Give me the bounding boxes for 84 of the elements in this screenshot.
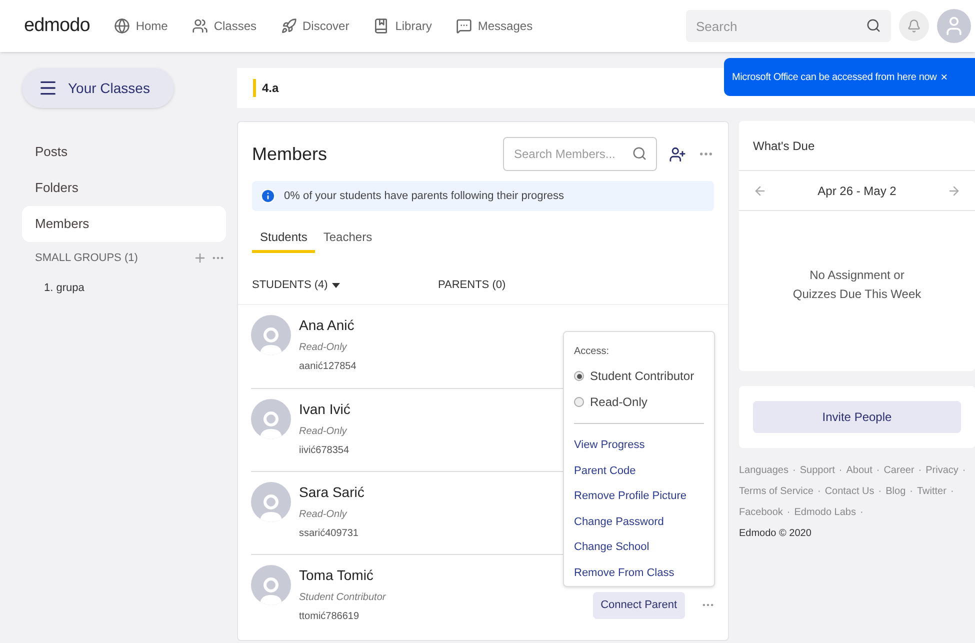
rocket-icon bbox=[280, 18, 297, 34]
chat-bubble-icon bbox=[456, 18, 472, 34]
add-icon[interactable] bbox=[193, 251, 207, 265]
column-header: PARENTS (0) bbox=[438, 278, 506, 293]
copyright: Edmodo © 2020 bbox=[739, 527, 812, 541]
separator: · bbox=[792, 464, 796, 478]
empty-message: Quizzes Due This Week bbox=[792, 286, 922, 303]
nav-link[interactable]: Home bbox=[114, 17, 168, 35]
separator: · bbox=[878, 485, 882, 499]
radio-option[interactable]: Read-Only bbox=[574, 393, 704, 411]
radio-button[interactable] bbox=[574, 397, 584, 407]
search-field[interactable]: Search bbox=[686, 10, 891, 42]
logo[interactable]: edmodo bbox=[24, 12, 90, 40]
member-username: iivić678354 bbox=[299, 444, 350, 458]
tab[interactable]: Students bbox=[252, 223, 316, 253]
info-text: 0% of your students have parents following their progress bbox=[284, 188, 564, 204]
globe-icon bbox=[114, 18, 130, 34]
notification-button[interactable] bbox=[899, 11, 929, 41]
people-icon bbox=[192, 18, 208, 34]
menu-link[interactable]: Remove Profile Picture bbox=[574, 488, 704, 504]
sidebar-item[interactable]: Posts bbox=[22, 134, 226, 170]
class-title: 4.a bbox=[253, 79, 279, 97]
menu-link[interactable]: Change Password bbox=[574, 514, 704, 530]
bell-icon bbox=[907, 19, 921, 33]
search-icon bbox=[866, 18, 881, 33]
column-header[interactable]: STUDENTS (4) bbox=[252, 276, 438, 294]
card-title: What's Due bbox=[753, 138, 815, 154]
separator: · bbox=[876, 464, 880, 478]
avatar bbox=[251, 565, 291, 605]
nav-link[interactable]: Messages bbox=[456, 17, 533, 35]
your-classes-button[interactable]: Your Classes bbox=[22, 68, 174, 108]
separator: · bbox=[962, 464, 966, 478]
radio-button[interactable] bbox=[574, 371, 584, 381]
sidebar-item[interactable]: Folders bbox=[22, 170, 226, 206]
member-search-field[interactable]: Search Members... bbox=[503, 137, 657, 171]
tab[interactable]: Teachers bbox=[315, 223, 380, 253]
member-username: ttomić786619 bbox=[299, 610, 360, 624]
member-name[interactable]: Toma Tomić bbox=[299, 565, 374, 586]
avatar bbox=[251, 315, 291, 355]
invite-people-button[interactable]: Invite People bbox=[753, 401, 961, 433]
member-name[interactable]: Ana Anić bbox=[299, 315, 354, 336]
menu-link[interactable]: Remove From Class bbox=[574, 564, 704, 581]
previous-arrow-icon[interactable] bbox=[753, 184, 767, 198]
menu-link[interactable]: View Progress bbox=[574, 437, 704, 454]
small-groups-heading: SMALL GROUPS (1) bbox=[35, 250, 139, 266]
member-role: Read-Only bbox=[299, 508, 347, 522]
members-title: Members bbox=[252, 142, 328, 166]
nav-link[interactable]: Library bbox=[373, 17, 432, 35]
member-role: Read-Only bbox=[299, 341, 347, 355]
menu-link[interactable]: Change School bbox=[574, 539, 704, 556]
add-person-icon[interactable] bbox=[669, 146, 686, 162]
tooltip-text: Microsoft Office can be accessed from here now bbox=[732, 70, 937, 84]
search-icon bbox=[632, 146, 647, 161]
menu-heading: Access: bbox=[574, 345, 610, 359]
avatar bbox=[251, 482, 291, 522]
separator: · bbox=[838, 464, 842, 478]
profile-avatar[interactable] bbox=[937, 9, 971, 43]
avatar bbox=[251, 399, 291, 439]
separator: · bbox=[860, 506, 864, 520]
close-button[interactable]: × bbox=[940, 68, 948, 86]
connect-parent-button[interactable]: Connect Parent bbox=[592, 592, 685, 618]
info-icon bbox=[260, 188, 276, 204]
member-name[interactable]: Sara Sarić bbox=[299, 482, 364, 503]
sidebar-item[interactable]: Members bbox=[22, 206, 226, 242]
next-arrow-icon[interactable] bbox=[947, 184, 961, 198]
separator: · bbox=[918, 464, 922, 478]
caret-icon bbox=[332, 282, 340, 288]
date-range: Apr 26 - May 2 bbox=[816, 182, 898, 200]
nav-link[interactable]: Discover bbox=[280, 17, 350, 35]
member-name[interactable]: Ivan Ivić bbox=[299, 399, 350, 420]
nav-link[interactable]: Classes bbox=[192, 17, 257, 35]
member-role: Read-Only bbox=[299, 425, 347, 439]
separator: · bbox=[817, 485, 821, 499]
member-role: Student Contributor bbox=[299, 591, 386, 605]
empty-message: No Assignment or bbox=[810, 267, 904, 284]
menu-link[interactable]: Parent Code bbox=[574, 462, 704, 479]
group-link[interactable]: 1. grupa bbox=[44, 280, 237, 296]
member-username: ssarić409731 bbox=[299, 527, 358, 541]
book-icon bbox=[373, 18, 390, 34]
radio-option[interactable]: Student Contributor bbox=[574, 367, 704, 385]
member-username: aanić127854 bbox=[299, 360, 356, 374]
separator: · bbox=[950, 485, 954, 499]
separator: · bbox=[786, 506, 790, 520]
separator: · bbox=[910, 485, 913, 499]
